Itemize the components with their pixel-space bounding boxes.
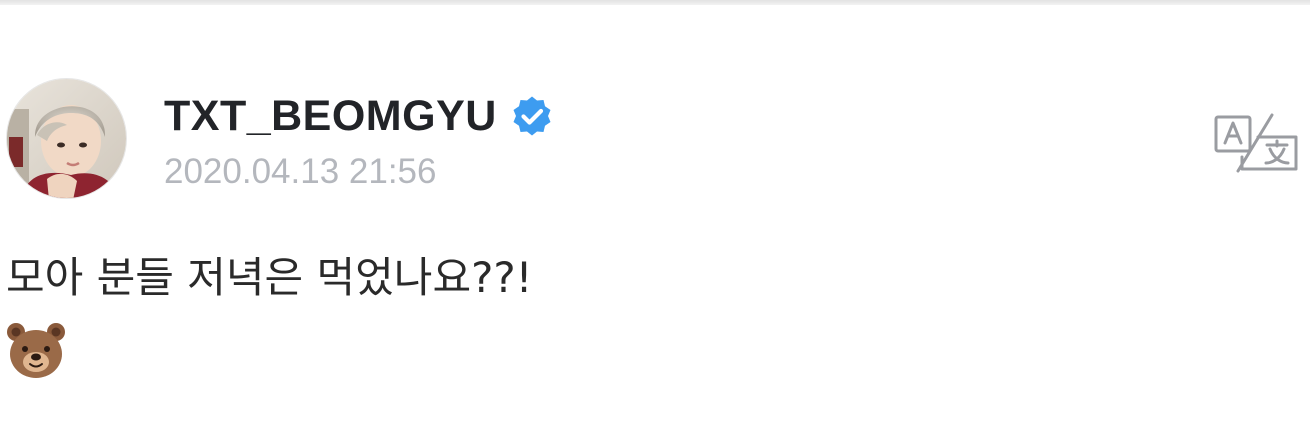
post-card: TXT_BEOMGYU 2020.04.13 21:56 모아 분들 저녁은 먹…	[0, 0, 1310, 430]
author-name-row: TXT_BEOMGYU	[164, 88, 553, 144]
verified-badge-icon	[513, 96, 551, 136]
author-avatar[interactable]	[6, 78, 127, 199]
translate-icon	[1214, 113, 1298, 173]
post-message-text: 모아 분들 저녁은 먹었나요??!	[6, 253, 533, 302]
post-timestamp: 2020.04.13 21:56	[164, 152, 437, 191]
translate-button[interactable]	[1212, 113, 1300, 173]
avatar-photo-icon	[7, 79, 126, 198]
author-username[interactable]: TXT_BEOMGYU	[164, 88, 497, 144]
bear-face-emoji-icon	[7, 323, 65, 378]
